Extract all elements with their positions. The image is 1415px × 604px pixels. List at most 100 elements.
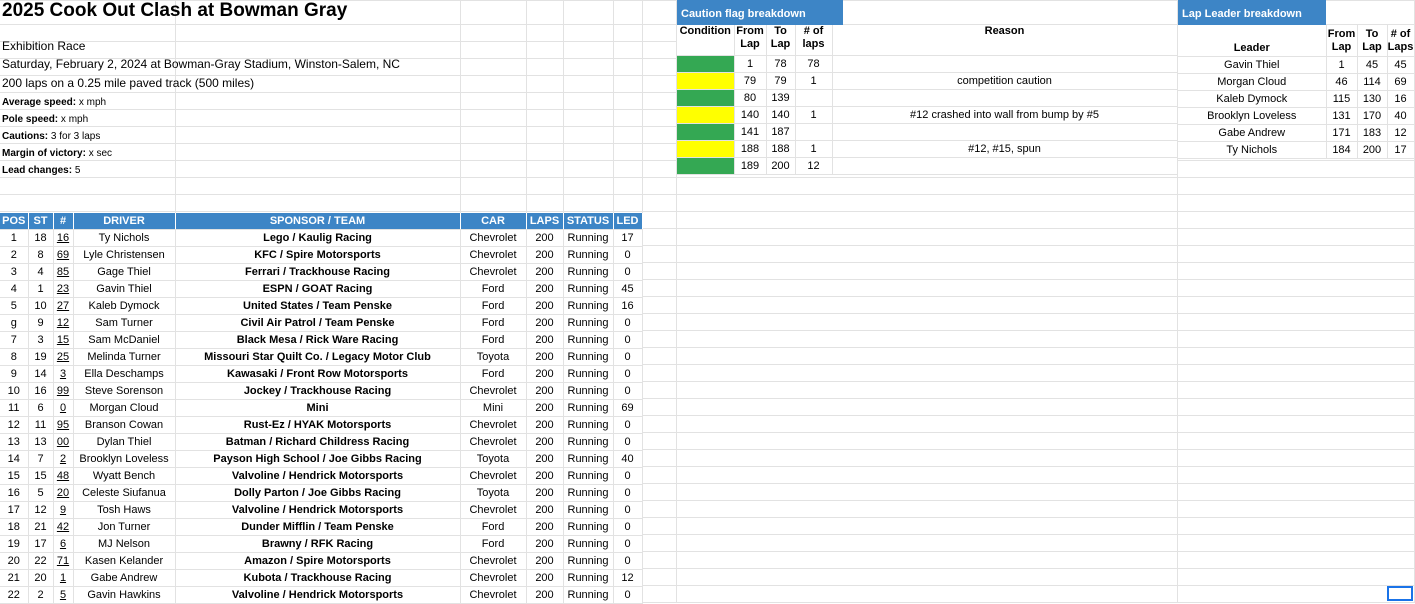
caution-reason-cell[interactable]	[832, 89, 1178, 107]
results-header-2[interactable]: #	[53, 213, 74, 230]
table-cell[interactable]: Kaleb Dymock	[73, 297, 176, 315]
table-cell[interactable]: Valvoline / Hendrick Motorsports	[175, 586, 461, 604]
table-cell[interactable]: 200	[526, 467, 564, 485]
selected-cell[interactable]	[1387, 586, 1413, 601]
table-cell[interactable]: 200	[526, 365, 564, 383]
leader-cell[interactable]: Kaleb Dymock	[1178, 90, 1327, 108]
car-number-link[interactable]: 1	[60, 572, 66, 584]
table-cell[interactable]: 200	[526, 586, 564, 604]
leader-cell[interactable]: 16	[1387, 90, 1415, 108]
table-cell[interactable]: Ty Nichols	[73, 229, 176, 247]
table-cell[interactable]: 0	[613, 484, 643, 502]
table-cell[interactable]: 20	[53, 484, 74, 502]
car-number-link[interactable]: 25	[57, 351, 69, 363]
table-cell[interactable]: 0	[613, 518, 643, 536]
table-cell[interactable]: 85	[53, 263, 74, 281]
leader-cell[interactable]: 183	[1357, 124, 1388, 142]
table-cell[interactable]: Melinda Turner	[73, 348, 176, 366]
car-number-link[interactable]: 00	[57, 436, 69, 448]
table-cell[interactable]: 16	[53, 229, 74, 247]
table-cell[interactable]: Ferrari / Trackhouse Racing	[175, 263, 461, 281]
table-cell[interactable]: 21	[0, 569, 29, 587]
car-number-link[interactable]: 2	[60, 453, 66, 465]
table-cell[interactable]: Sam Turner	[73, 314, 176, 332]
leader-cell[interactable]: 200	[1357, 141, 1388, 159]
table-cell[interactable]: 5	[0, 297, 29, 315]
table-cell[interactable]: Chevrolet	[460, 382, 527, 400]
leader-cell[interactable]: Gavin Thiel	[1178, 56, 1327, 74]
results-header-7[interactable]: STATUS	[563, 213, 614, 230]
car-number-link[interactable]: 48	[57, 470, 69, 482]
leader-cell[interactable]: Brooklyn Loveless	[1178, 107, 1327, 125]
caution-from-cell[interactable]: 80	[734, 89, 767, 107]
flag-condition-cell[interactable]	[677, 123, 735, 141]
car-number-link[interactable]: 95	[57, 419, 69, 431]
table-cell[interactable]: ESPN / GOAT Racing	[175, 280, 461, 298]
table-cell[interactable]: Steve Sorenson	[73, 382, 176, 400]
table-cell[interactable]: 20	[0, 552, 29, 570]
flag-condition-cell[interactable]	[677, 89, 735, 107]
table-cell[interactable]: Valvoline / Hendrick Motorsports	[175, 467, 461, 485]
table-cell[interactable]: 200	[526, 484, 564, 502]
car-number-link[interactable]: 20	[57, 487, 69, 499]
table-cell[interactable]: 12	[28, 501, 54, 519]
table-cell[interactable]: Dylan Thiel	[73, 433, 176, 451]
leader-cell[interactable]: 171	[1326, 124, 1358, 142]
table-cell[interactable]: 9	[0, 365, 29, 383]
leader-header-from[interactable]: From Lap	[1326, 25, 1358, 57]
table-cell[interactable]: Running	[563, 399, 614, 417]
table-cell[interactable]: 2	[53, 450, 74, 468]
table-cell[interactable]: 8	[0, 348, 29, 366]
table-cell[interactable]: 17	[613, 229, 643, 247]
table-cell[interactable]: Mini	[460, 399, 527, 417]
table-cell[interactable]: Gavin Hawkins	[73, 586, 176, 604]
table-cell[interactable]: Chevrolet	[460, 569, 527, 587]
caution-header-condition[interactable]: Condition	[677, 25, 735, 56]
table-cell[interactable]: 0	[613, 467, 643, 485]
leader-header-laps[interactable]: # of Laps	[1387, 25, 1415, 57]
table-cell[interactable]: Ford	[460, 331, 527, 349]
table-cell[interactable]: 95	[53, 416, 74, 434]
table-cell[interactable]: Kubota / Trackhouse Racing	[175, 569, 461, 587]
flag-condition-cell[interactable]	[677, 72, 735, 90]
car-number-link[interactable]: 23	[57, 283, 69, 295]
table-cell[interactable]: 48	[53, 467, 74, 485]
results-header-8[interactable]: LED	[613, 213, 643, 230]
table-cell[interactable]: 7	[0, 331, 29, 349]
table-cell[interactable]: Running	[563, 518, 614, 536]
table-cell[interactable]: 12	[53, 314, 74, 332]
table-cell[interactable]: Chevrolet	[460, 586, 527, 604]
table-cell[interactable]: 3	[0, 263, 29, 281]
table-cell[interactable]: Payson High School / Joe Gibbs Racing	[175, 450, 461, 468]
table-cell[interactable]: 200	[526, 399, 564, 417]
caution-laps-cell[interactable]: 12	[795, 157, 833, 175]
table-cell[interactable]: 25	[53, 348, 74, 366]
caution-to-cell[interactable]: 200	[766, 157, 796, 175]
leader-cell[interactable]: 12	[1387, 124, 1415, 142]
car-number-link[interactable]: 5	[60, 589, 66, 601]
caution-header-laps[interactable]: # of laps	[795, 25, 833, 56]
table-cell[interactable]: Toyota	[460, 348, 527, 366]
table-cell[interactable]: Sam McDaniel	[73, 331, 176, 349]
table-cell[interactable]: 6	[53, 535, 74, 553]
car-number-link[interactable]: 12	[57, 317, 69, 329]
caution-reason-cell[interactable]	[832, 157, 1178, 175]
table-cell[interactable]: Running	[563, 450, 614, 468]
car-number-link[interactable]: 42	[57, 521, 69, 533]
leader-cell[interactable]: 130	[1357, 90, 1388, 108]
table-cell[interactable]: 200	[526, 433, 564, 451]
table-cell[interactable]: Brooklyn Loveless	[73, 450, 176, 468]
table-cell[interactable]: Civil Air Patrol / Team Penske	[175, 314, 461, 332]
table-cell[interactable]: Ford	[460, 365, 527, 383]
margin-of-victory[interactable]: Margin of victory: x sec	[2, 148, 112, 159]
table-cell[interactable]: 99	[53, 382, 74, 400]
leader-header-to[interactable]: To Lap	[1357, 25, 1388, 57]
table-cell[interactable]: Jockey / Trackhouse Racing	[175, 382, 461, 400]
table-cell[interactable]: 19	[0, 535, 29, 553]
table-cell[interactable]: 13	[0, 433, 29, 451]
table-cell[interactable]: 15	[53, 331, 74, 349]
table-cell[interactable]: 0	[613, 552, 643, 570]
caution-header-from[interactable]: From Lap	[734, 25, 767, 56]
table-cell[interactable]: Ford	[460, 518, 527, 536]
table-cell[interactable]: 3	[28, 331, 54, 349]
